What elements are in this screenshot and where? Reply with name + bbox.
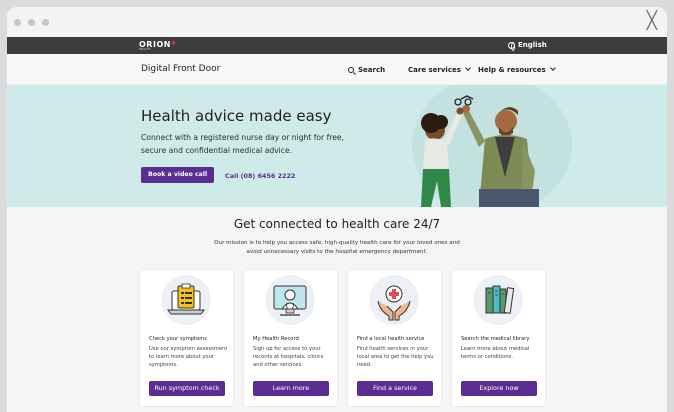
chevron-down-icon: [549, 65, 556, 71]
help-resources-menu[interactable]: Help & resources: [478, 65, 556, 74]
help-resources-label: Help & resources: [478, 66, 546, 74]
window-dot[interactable]: [28, 19, 35, 26]
search-button[interactable]: Search: [348, 66, 385, 74]
medical-library-card: Search the medical library Learn more ab…: [452, 270, 545, 406]
orion-logo[interactable]: ORION✱ HEALTH: [139, 40, 176, 51]
local-service-card: Find a local health service Find health …: [348, 270, 441, 406]
card-title: Check your symptoms: [149, 336, 208, 342]
browser-window: ╳ ORION✱ HEALTH English Digital Front Do…: [7, 7, 667, 412]
card-title: My Health Record: [253, 336, 299, 342]
logo-star-icon: ✱: [170, 40, 177, 47]
card-description: Find health services in your local area …: [357, 346, 434, 369]
learn-more-button[interactable]: Learn more: [253, 381, 329, 396]
hero-heading: Health advice made easy: [141, 107, 332, 125]
card-description: Use our symptom assessment to learn more…: [149, 346, 228, 369]
hands-medical-cross-icon: [369, 275, 419, 325]
window-dot[interactable]: [42, 19, 49, 26]
symptom-check-card: Check your symptoms Use our symptom asse…: [140, 270, 233, 406]
card-title: Search the medical library: [461, 336, 530, 342]
card-title: Find a local health service: [357, 336, 425, 342]
language-label: English: [518, 41, 547, 49]
health-record-card: My Health Record Sign up for access to y…: [244, 270, 337, 406]
care-services-menu[interactable]: Care services: [408, 65, 471, 74]
main-nav: Digital Front Door Search Care services …: [7, 54, 667, 85]
section-heading: Get connected to health care 24/7: [233, 217, 441, 231]
clipboard-laptop-icon: [161, 275, 211, 325]
explore-now-button[interactable]: Explore now: [461, 381, 537, 396]
hero-banner: Health advice made easy Connect with a r…: [7, 85, 667, 207]
globe-icon: [508, 41, 515, 51]
site-title[interactable]: Digital Front Door: [141, 64, 220, 74]
doctor-screen-icon: [265, 275, 315, 325]
window-dot[interactable]: [14, 19, 21, 26]
window-chrome: ╳: [7, 7, 667, 37]
books-icon: [473, 275, 523, 325]
services-section: Get connected to health care 24/7 Our mi…: [7, 207, 667, 412]
search-icon: [348, 67, 354, 73]
language-selector[interactable]: English: [508, 41, 547, 51]
find-service-button[interactable]: Find a service: [357, 381, 433, 396]
chevron-down-icon: [465, 65, 471, 71]
call-link[interactable]: Call (08) 6456 2222: [225, 172, 295, 180]
card-description: Sign up for access to your records at ho…: [253, 346, 324, 369]
hero-body: Connect with a registered nurse day or n…: [141, 133, 344, 155]
mission-text: Our mission is to help you access safe, …: [214, 240, 460, 255]
book-video-call-button[interactable]: Book a video call: [141, 167, 215, 183]
run-symptom-check-button[interactable]: Run symptom check: [149, 381, 225, 396]
close-icon[interactable]: ╳: [647, 13, 657, 30]
top-bar: ORION✱ HEALTH English: [7, 37, 667, 54]
search-label: Search: [358, 66, 386, 74]
care-services-label: Care services: [408, 66, 461, 74]
card-description: Learn more about medical terms or condit…: [461, 346, 530, 361]
hero-photo: [412, 85, 572, 207]
